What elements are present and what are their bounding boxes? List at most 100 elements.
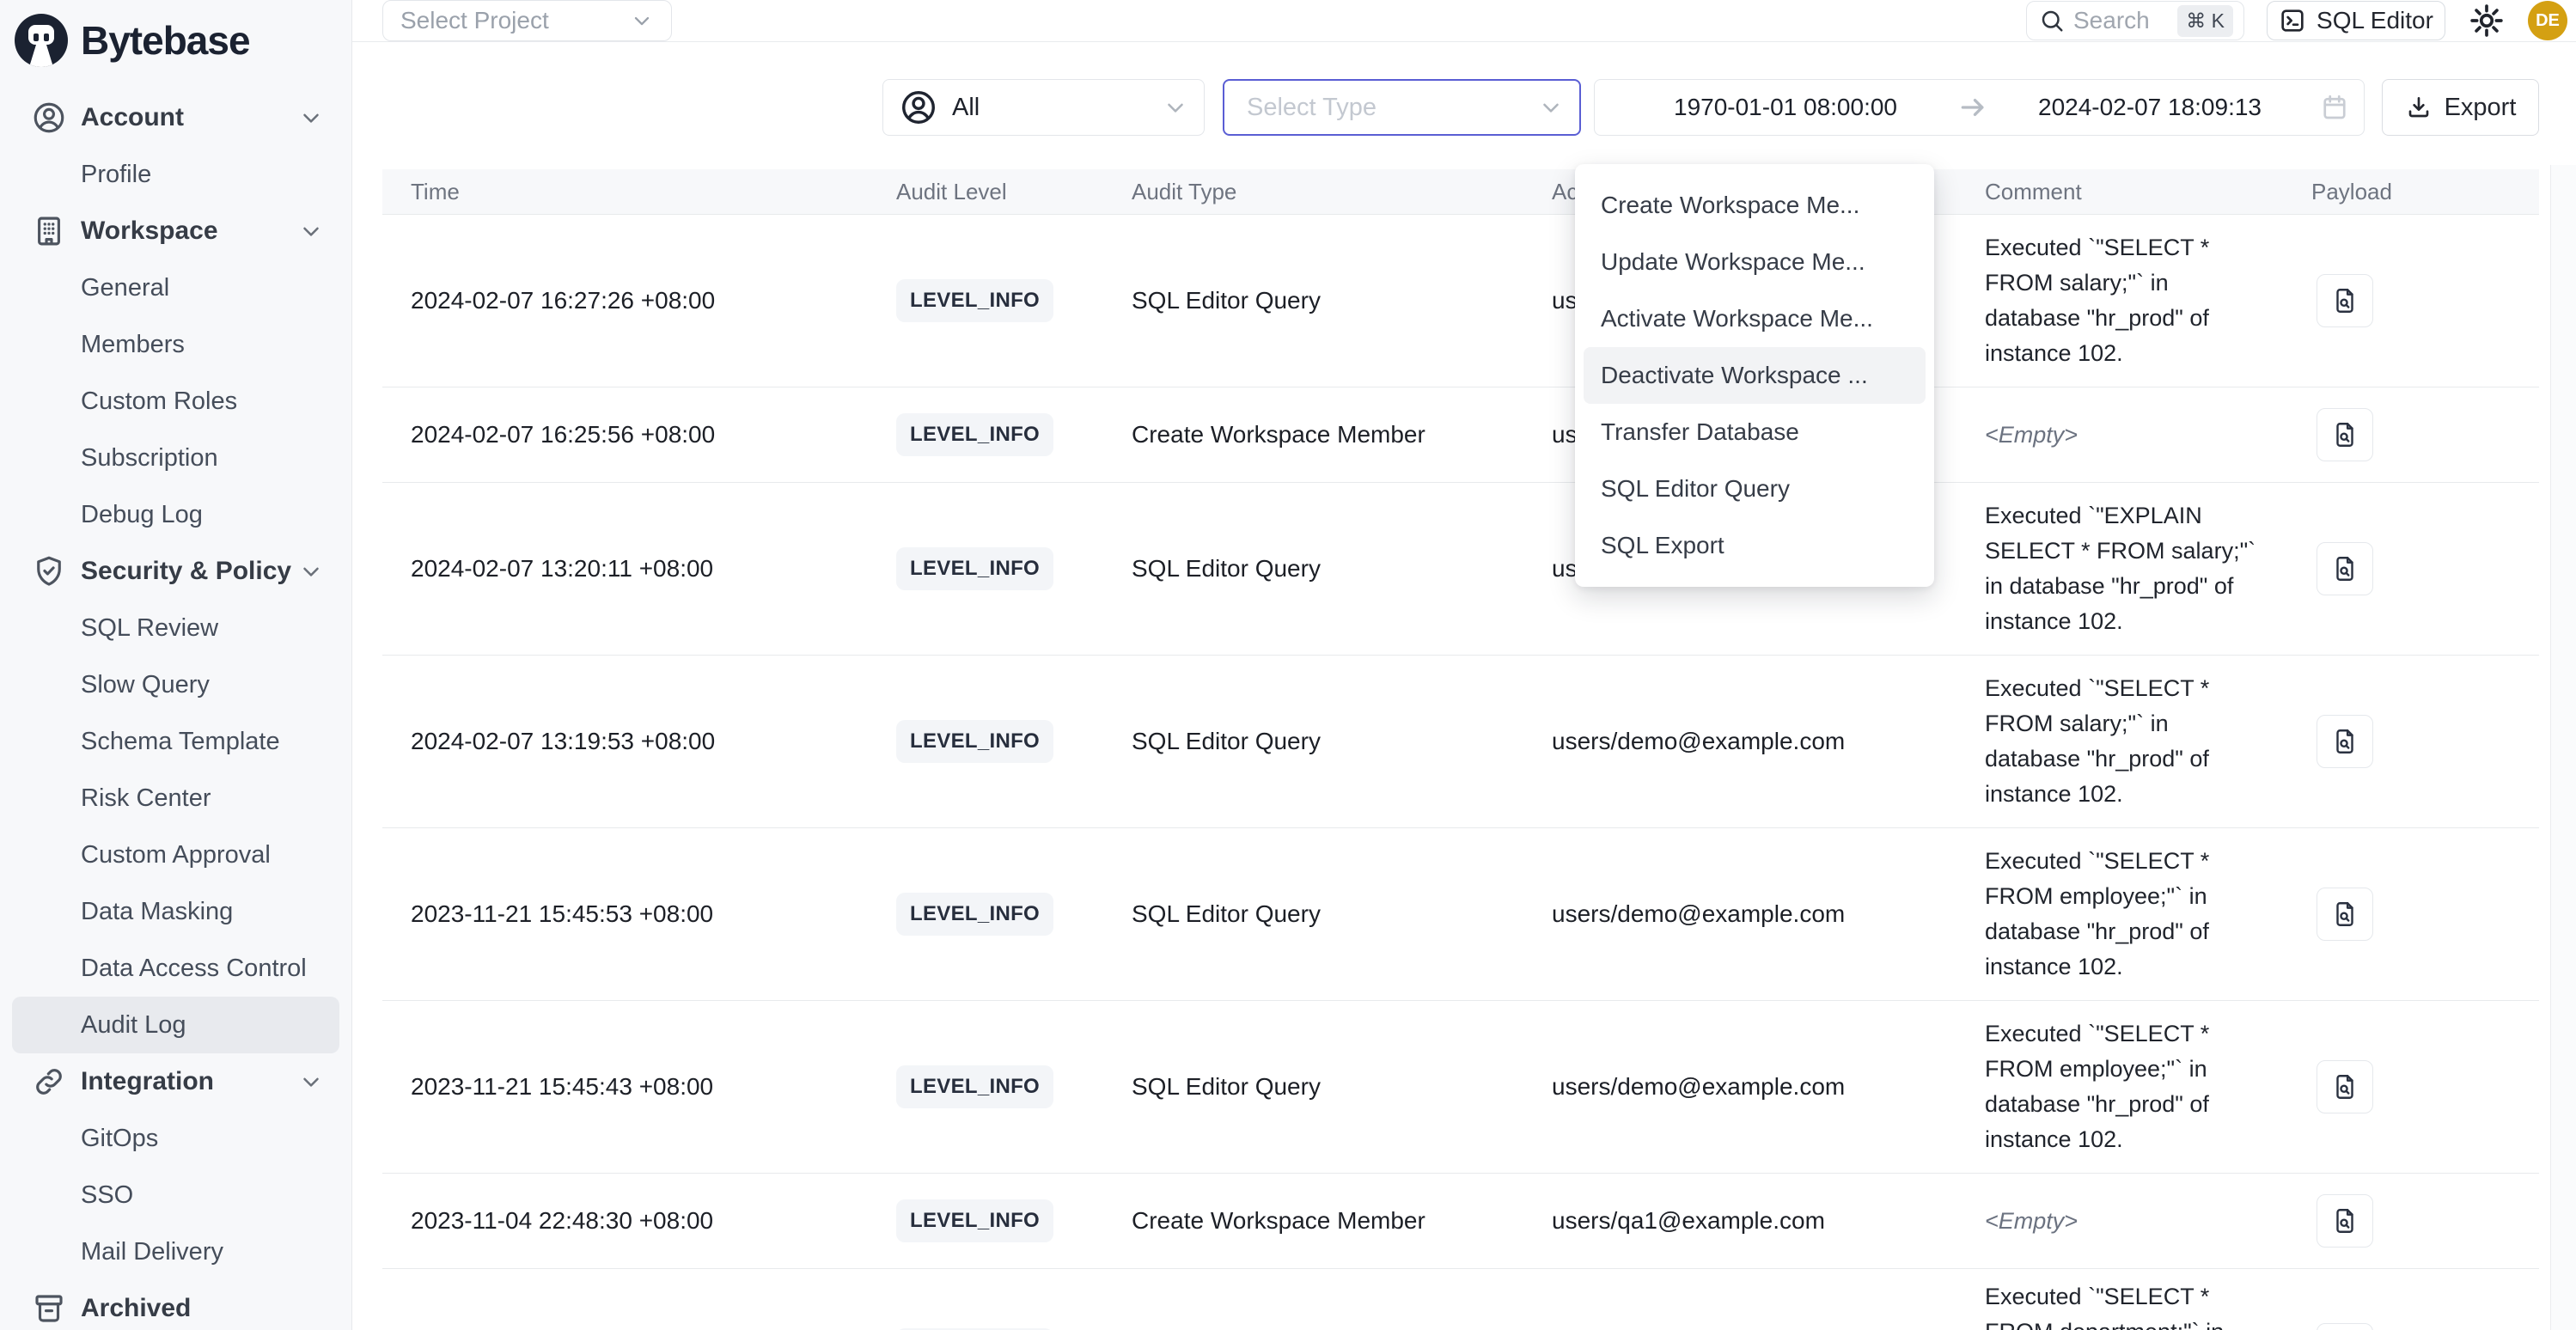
sidebar-item-label: Data Masking	[81, 898, 233, 926]
avatar[interactable]: DE	[2528, 1, 2567, 40]
payload-view-button[interactable]	[2317, 274, 2373, 327]
sidebar-item-label: SSO	[81, 1181, 133, 1210]
gear-icon[interactable]	[2468, 2, 2506, 40]
topbar: Select Project Search ⌘ K SQL Editor DE	[352, 0, 2576, 42]
download-icon	[2405, 94, 2433, 121]
sidebar-item-integration[interactable]: Integration	[0, 1053, 351, 1110]
sidebar-item-label: SQL Review	[81, 614, 218, 643]
sql-editor-button[interactable]: SQL Editor	[2267, 1, 2445, 40]
payload-view-button[interactable]	[2317, 888, 2373, 941]
menu-item-sql-export[interactable]: SQL Export	[1575, 517, 1934, 574]
export-button[interactable]: Export	[2382, 79, 2539, 136]
file-search-icon	[2330, 1071, 2359, 1103]
archive-icon	[31, 1290, 67, 1327]
sidebar-item-label: Workspace	[81, 217, 218, 246]
search-input[interactable]: Search ⌘ K	[2026, 1, 2244, 40]
time-cell: 2023-11-21 15:45:43 +08:00	[382, 1073, 881, 1101]
time-cell: 2024-02-07 16:27:26 +08:00	[382, 287, 881, 314]
sidebar-item-data-access-control[interactable]: Data Access Control	[0, 940, 351, 997]
sidebar-item-label: General	[81, 274, 169, 302]
menu-item-deactivate-workspace-member[interactable]: Deactivate Workspace ...	[1584, 347, 1926, 404]
chevron-down-icon	[298, 218, 324, 244]
comment-cell: Executed `"SELECT * FROM salary;"` in da…	[1972, 230, 2303, 371]
column-header-comment: Comment	[1972, 179, 2303, 205]
payload-view-button[interactable]	[2317, 1060, 2373, 1113]
chevron-down-icon	[298, 558, 324, 584]
audit-type-cell: Create Workspace Member	[1120, 421, 1545, 448]
menu-item-transfer-database[interactable]: Transfer Database	[1575, 404, 1934, 461]
actor-filter-value: All	[952, 94, 1149, 122]
sidebar-item-risk-center[interactable]: Risk Center	[0, 770, 351, 827]
terminal-square-icon	[2279, 7, 2306, 34]
comment-cell: Executed `"SELECT * FROM employee;"` in …	[1972, 844, 2303, 985]
sidebar-item-custom-approval[interactable]: Custom Approval	[0, 827, 351, 883]
sidebar-item-slow-query[interactable]: Slow Query	[0, 656, 351, 713]
link-icon	[31, 1064, 67, 1100]
audit-type-cell: SQL Editor Query	[1120, 555, 1545, 583]
calendar-icon	[2319, 92, 2350, 123]
topbar-right: Search ⌘ K SQL Editor DE	[2026, 1, 2567, 40]
payload-view-button[interactable]	[2317, 542, 2373, 595]
time-cell: 2023-11-04 22:48:30 +08:00	[382, 1207, 881, 1235]
payload-cell	[2303, 715, 2539, 768]
sidebar-item-debug-log[interactable]: Debug Log	[0, 486, 351, 543]
audit-level-cell: LEVEL_INFO	[881, 413, 1120, 456]
date-range-picker[interactable]: 1970-01-01 08:00:00 2024-02-07 18:09:13	[1594, 79, 2365, 136]
payload-view-button[interactable]	[2317, 1194, 2373, 1248]
file-search-icon	[2330, 898, 2359, 930]
sidebar-item-label: Profile	[81, 161, 151, 189]
sidebar-item-schema-template[interactable]: Schema Template	[0, 713, 351, 770]
chevron-down-icon	[1163, 95, 1188, 120]
search-placeholder: Search	[2073, 7, 2169, 34]
app-window: Bytebase Account Profile Workspace Gener…	[0, 0, 2576, 1330]
sidebar-item-mail-delivery[interactable]: Mail Delivery	[0, 1223, 351, 1280]
sidebar-item-members[interactable]: Members	[0, 316, 351, 373]
actor-filter-select[interactable]: All	[882, 79, 1205, 136]
comment-cell: <Empty>	[1972, 1204, 2303, 1239]
table-header-row: Time Audit Level Audit Type Actor Commen…	[382, 169, 2539, 215]
sidebar-item-sql-review[interactable]: SQL Review	[0, 600, 351, 656]
audit-level-cell: LEVEL_INFO	[881, 547, 1120, 590]
sidebar-item-security-policy[interactable]: Security & Policy	[0, 543, 351, 600]
sidebar-item-archived[interactable]: Archived	[0, 1280, 351, 1330]
sidebar-item-custom-roles[interactable]: Custom Roles	[0, 373, 351, 430]
type-filter-select[interactable]: Select Type	[1223, 79, 1581, 136]
sidebar-item-subscription[interactable]: Subscription	[0, 430, 351, 486]
time-cell: 2024-02-07 16:25:56 +08:00	[382, 421, 881, 448]
project-select[interactable]: Select Project	[382, 0, 672, 41]
sidebar-item-audit-log[interactable]: Audit Log	[12, 997, 339, 1053]
audit-level-cell: LEVEL_INFO	[881, 279, 1120, 322]
menu-item-sql-editor-query[interactable]: SQL Editor Query	[1575, 461, 1934, 517]
payload-view-button[interactable]	[2317, 1323, 2373, 1330]
audit-type-cell: SQL Editor Query	[1120, 728, 1545, 755]
sidebar-item-general[interactable]: General	[0, 259, 351, 316]
bytebase-logo[interactable]: Bytebase	[0, 0, 351, 79]
level-badge: LEVEL_INFO	[896, 1065, 1053, 1108]
sidebar-item-account[interactable]: Account	[0, 89, 351, 146]
table-row: 2023-11-21 15:45:53 +08:00 LEVEL_INFO SQ…	[382, 828, 2539, 1001]
payload-cell	[2303, 1323, 2539, 1330]
sidebar-item-label: Audit Log	[81, 1011, 186, 1040]
sidebar-item-profile[interactable]: Profile	[0, 146, 351, 203]
sidebar-item-workspace[interactable]: Workspace	[0, 203, 351, 259]
scrollbar[interactable]	[2550, 165, 2576, 1330]
actor-cell: users/demo@example.com	[1545, 900, 1972, 928]
sidebar-item-label: Custom Roles	[81, 387, 237, 416]
audit-type-cell: SQL Editor Query	[1120, 1073, 1545, 1101]
date-end-value: 2024-02-07 18:09:13	[2038, 94, 2262, 121]
search-shortcut-badge: ⌘ K	[2177, 5, 2233, 37]
sidebar-item-label: Security & Policy	[81, 557, 291, 586]
sidebar-item-sso[interactable]: SSO	[0, 1167, 351, 1223]
sidebar-item-gitops[interactable]: GitOps	[0, 1110, 351, 1167]
sidebar: Bytebase Account Profile Workspace Gener…	[0, 0, 352, 1330]
menu-item-create-workspace-member[interactable]: Create Workspace Me...	[1575, 177, 1934, 234]
export-label: Export	[2445, 94, 2517, 122]
payload-view-button[interactable]	[2317, 408, 2373, 461]
payload-cell	[2303, 888, 2539, 941]
menu-item-activate-workspace-member[interactable]: Activate Workspace Me...	[1575, 290, 1934, 347]
sidebar-item-data-masking[interactable]: Data Masking	[0, 883, 351, 940]
payload-view-button[interactable]	[2317, 715, 2373, 768]
audit-level-cell: LEVEL_INFO	[881, 720, 1120, 763]
comment-cell: Executed `"SELECT * FROM salary;"` in da…	[1972, 671, 2303, 812]
menu-item-update-workspace-member[interactable]: Update Workspace Me...	[1575, 234, 1934, 290]
